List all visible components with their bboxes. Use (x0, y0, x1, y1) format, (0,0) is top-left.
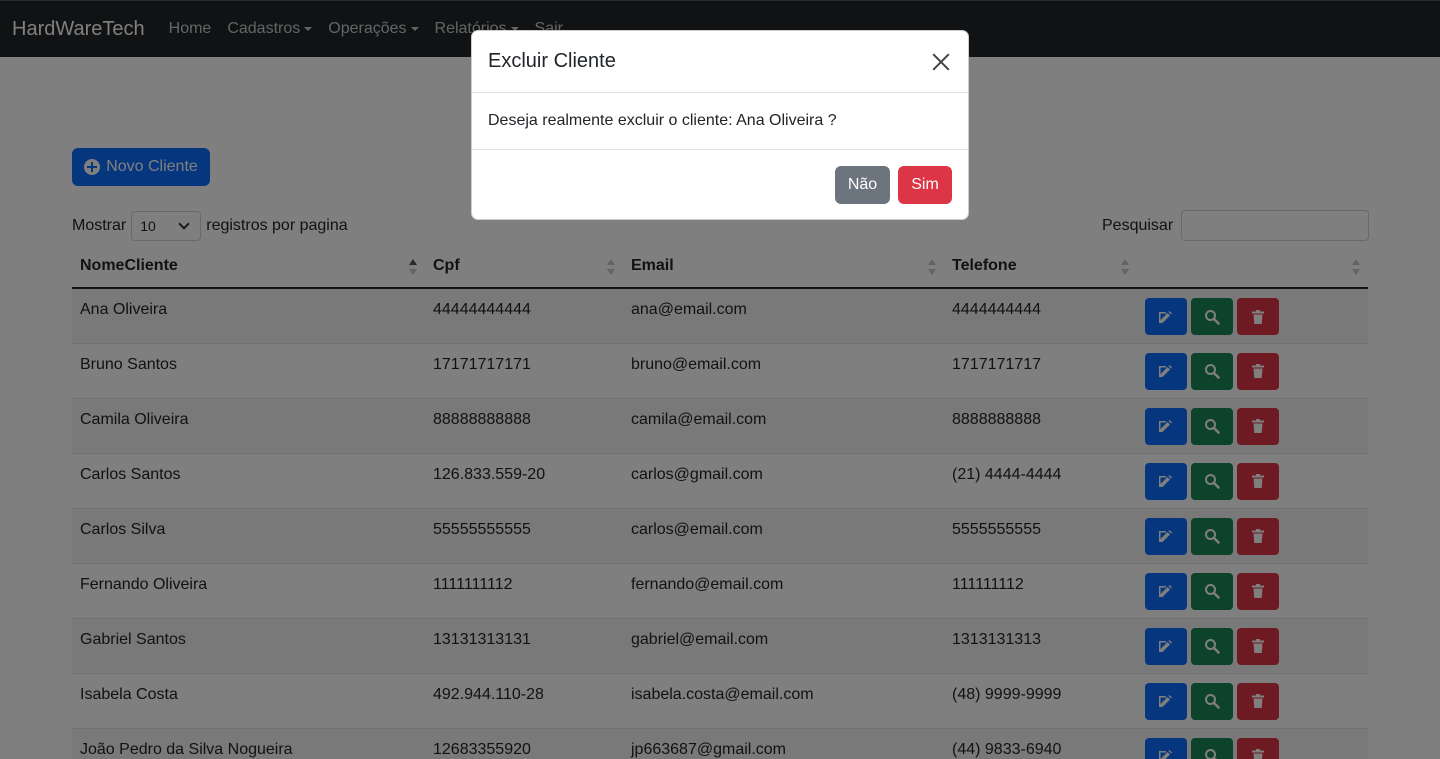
yes-button[interactable]: Sim (898, 166, 952, 204)
modal-body: Deseja realmente excluir o cliente: Ana … (472, 93, 968, 150)
modal-message: Deseja realmente excluir o cliente: Ana … (488, 112, 837, 129)
close-icon[interactable] (930, 51, 952, 73)
delete-client-modal: Excluir Cliente Deseja realmente excluir… (471, 30, 969, 220)
modal-footer: Não Sim (472, 150, 968, 220)
no-button[interactable]: Não (835, 166, 890, 204)
modal-title: Excluir Cliente (488, 50, 616, 72)
modal-header: Excluir Cliente (472, 31, 968, 93)
